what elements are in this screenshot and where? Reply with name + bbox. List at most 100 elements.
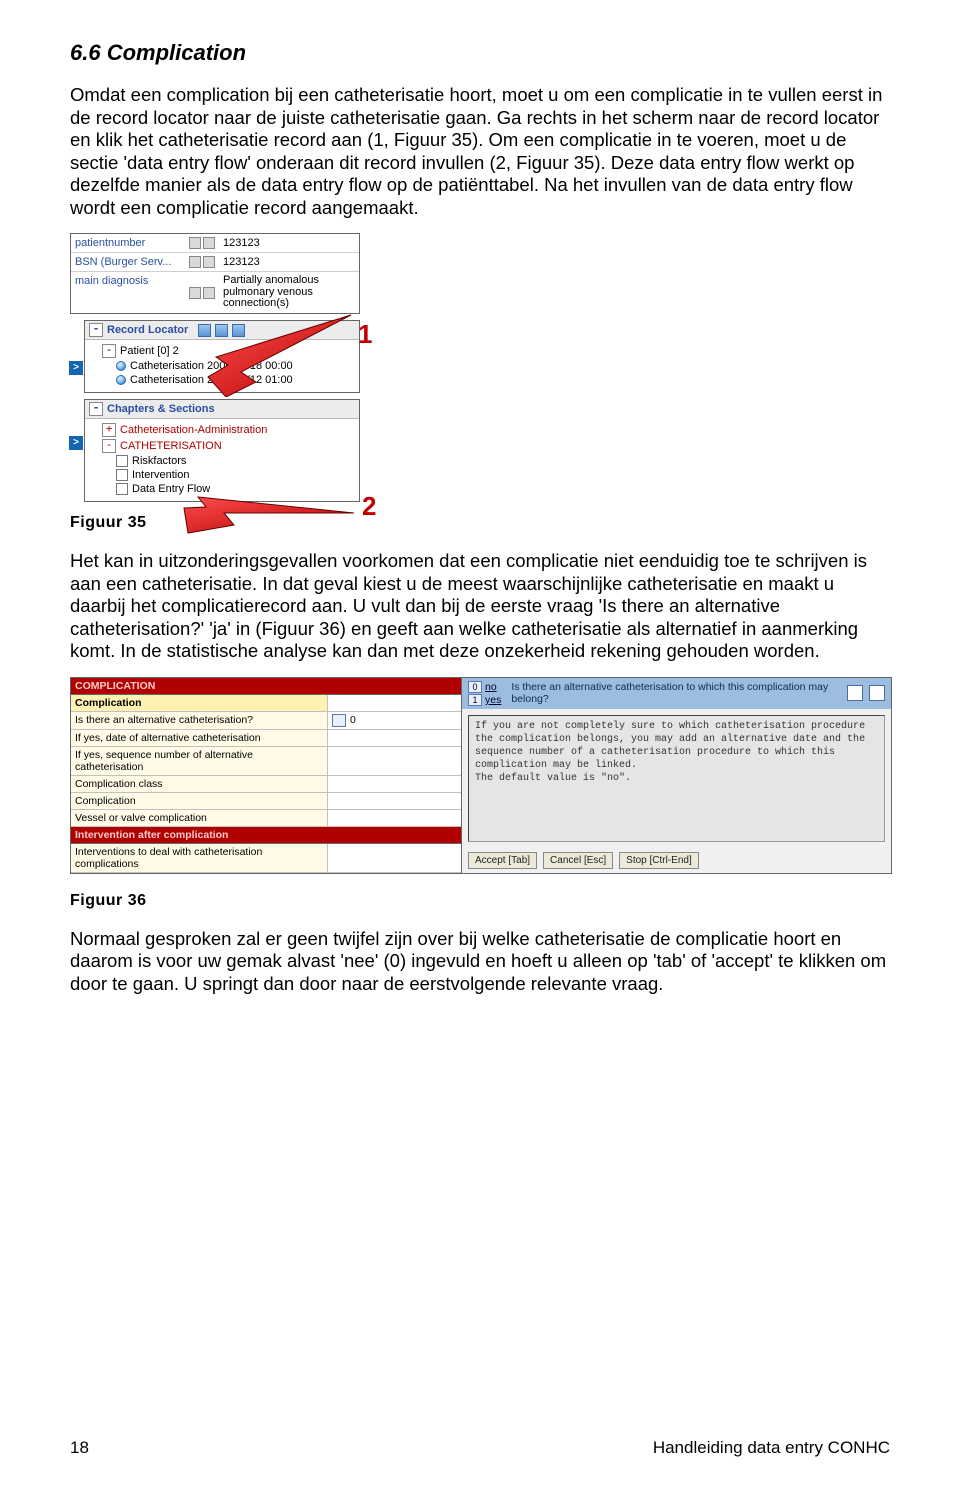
paragraph-1: Omdat een complication bij een catheteri…: [70, 84, 890, 219]
question-header: 0no 1yes Is there an alternative cathete…: [462, 678, 891, 709]
input-cell[interactable]: [332, 714, 346, 727]
record-locator-panel: > - Record Locator - Patient [0] 2 Cathe…: [84, 320, 360, 393]
page-number: 18: [70, 1438, 89, 1458]
section-heading: 6.6 Complication: [70, 40, 890, 66]
tree-row-cath-1[interactable]: Catheterisation 2009/06/18 00:00: [88, 359, 356, 373]
grid-value[interactable]: [327, 844, 461, 872]
grid-value[interactable]: [327, 730, 461, 746]
grid-label: Vessel or valve complication: [71, 810, 327, 826]
tree-label: Riskfactors: [132, 455, 186, 467]
complication-grid: COMPLICATION Complication Is there an al…: [71, 678, 462, 873]
collapse-icon[interactable]: -: [89, 402, 103, 416]
tree-label: Catheterisation 2009/12/12 01:00: [130, 374, 293, 386]
field-icon: [189, 237, 201, 249]
grid-value[interactable]: [327, 793, 461, 809]
tree-label: Intervention: [132, 469, 189, 481]
figure-36-caption: Figuur 36: [70, 892, 890, 910]
tree-row-patient[interactable]: - Patient [0] 2: [88, 343, 356, 359]
option-number: 1: [468, 694, 482, 706]
grid-value[interactable]: 0: [327, 712, 461, 729]
record-icon: [116, 361, 126, 371]
tree-row-intervention[interactable]: Intervention: [88, 468, 356, 482]
collapse-icon[interactable]: -: [102, 439, 116, 453]
grid-value[interactable]: [327, 747, 461, 775]
field-icon: [203, 287, 215, 299]
kv-val: Partially anomalous pulmonary venous con…: [219, 272, 359, 313]
checkbox-icon[interactable]: [116, 469, 128, 481]
kv-val: 123123: [219, 253, 359, 271]
grid-label: Complication class: [71, 776, 327, 792]
field-icon: [189, 256, 201, 268]
checkbox-icon[interactable]: [116, 483, 128, 495]
tree-row-def[interactable]: Data Entry Flow: [88, 482, 356, 496]
answer-option-0[interactable]: 0no: [468, 681, 501, 693]
button-row: Accept [Tab] Cancel [Esc] Stop [Ctrl-End…: [462, 848, 891, 873]
tree-row-risk[interactable]: Riskfactors: [88, 454, 356, 468]
side-tab[interactable]: >: [69, 361, 83, 375]
help-text: If you are not completely sure to which …: [468, 715, 885, 842]
question-panel: 0no 1yes Is there an alternative cathete…: [462, 678, 891, 873]
lookup-icon[interactable]: [847, 685, 863, 701]
chapters-sections-title-text: Chapters & Sections: [107, 403, 215, 415]
tree-row-admin[interactable]: + Catheterisation-Administration: [88, 422, 356, 438]
side-tab[interactable]: >: [69, 436, 83, 450]
field-icon: [203, 256, 215, 268]
footer-title: Handleiding data entry CONHC: [653, 1438, 890, 1458]
nav-icon[interactable]: [232, 324, 245, 337]
kv-icons: [189, 253, 219, 271]
field-icon: [203, 237, 215, 249]
record-icon: [116, 375, 126, 385]
tree-label: Catheterisation 2009/06/18 00:00: [130, 360, 293, 372]
checkbox-icon[interactable]: [116, 455, 128, 467]
tree-label: CATHETERISATION: [120, 440, 222, 452]
tree-row-cath[interactable]: - CATHETERISATION: [88, 438, 356, 454]
cancel-button[interactable]: Cancel [Esc]: [543, 852, 613, 869]
figure-35-caption: Figuur 35: [70, 514, 890, 532]
chapters-sections-title[interactable]: - Chapters & Sections: [85, 400, 359, 419]
accept-button[interactable]: Accept [Tab]: [468, 852, 537, 869]
option-number: 0: [468, 681, 482, 693]
tree-label: Data Entry Flow: [132, 483, 210, 495]
kv-row: main diagnosis Partially anomalous pulmo…: [71, 272, 359, 313]
collapse-icon[interactable]: -: [102, 344, 116, 358]
chapters-sections-tree: + Catheterisation-Administration - CATHE…: [85, 419, 359, 501]
kv-icons: [189, 234, 219, 252]
subheader-complication: Complication: [71, 695, 327, 711]
kv-row: patientnumber 123123: [71, 234, 359, 253]
figure-35-shot: patientnumber 123123 BSN (Burger Serv...…: [70, 233, 360, 502]
help-icon[interactable]: [869, 685, 885, 701]
stop-button[interactable]: Stop [Ctrl-End]: [619, 852, 699, 869]
tree-label: Catheterisation-Administration: [120, 424, 267, 436]
kv-row: BSN (Burger Serv... 123123: [71, 253, 359, 272]
nav-icon[interactable]: [198, 324, 211, 337]
field-icon: [189, 287, 201, 299]
expand-icon[interactable]: +: [102, 423, 116, 437]
page-footer: 18 Handleiding data entry CONHC: [70, 1438, 890, 1458]
record-locator-title[interactable]: - Record Locator: [85, 321, 359, 340]
grid-label: Is there an alternative catheterisation?: [71, 712, 327, 729]
kv-key: main diagnosis: [71, 272, 189, 313]
kv-key: patientnumber: [71, 234, 189, 252]
kv-panel: patientnumber 123123 BSN (Burger Serv...…: [70, 233, 360, 314]
answer-options: 0no 1yes: [468, 681, 501, 706]
grid-label: Interventions to deal with catheterisati…: [71, 844, 327, 872]
grid-value[interactable]: [327, 810, 461, 826]
grid-value[interactable]: [327, 776, 461, 792]
answer-option-1[interactable]: 1yes: [468, 694, 501, 706]
grid-label: If yes, date of alternative catheterisat…: [71, 730, 327, 746]
paragraph-3: Normaal gesproken zal er geen twijfel zi…: [70, 928, 890, 996]
question-text: Is there an alternative catheterisation …: [511, 681, 841, 705]
group-intervention: Intervention after complication: [71, 827, 461, 844]
figure-36-shot: COMPLICATION Complication Is there an al…: [70, 677, 892, 874]
tree-row-cath-2[interactable]: Catheterisation 2009/12/12 01:00: [88, 373, 356, 387]
grid-label: If yes, sequence number of alternative c…: [71, 747, 327, 775]
callout-2: 2: [362, 491, 376, 522]
option-label: yes: [485, 694, 501, 706]
group-complication: COMPLICATION: [71, 678, 461, 695]
nav-icon[interactable]: [215, 324, 228, 337]
kv-key: BSN (Burger Serv...: [71, 253, 189, 271]
tree-label: Patient [0] 2: [120, 345, 179, 357]
kv-icons: [189, 272, 219, 313]
callout-1: 1: [358, 319, 372, 350]
collapse-icon[interactable]: -: [89, 323, 103, 337]
